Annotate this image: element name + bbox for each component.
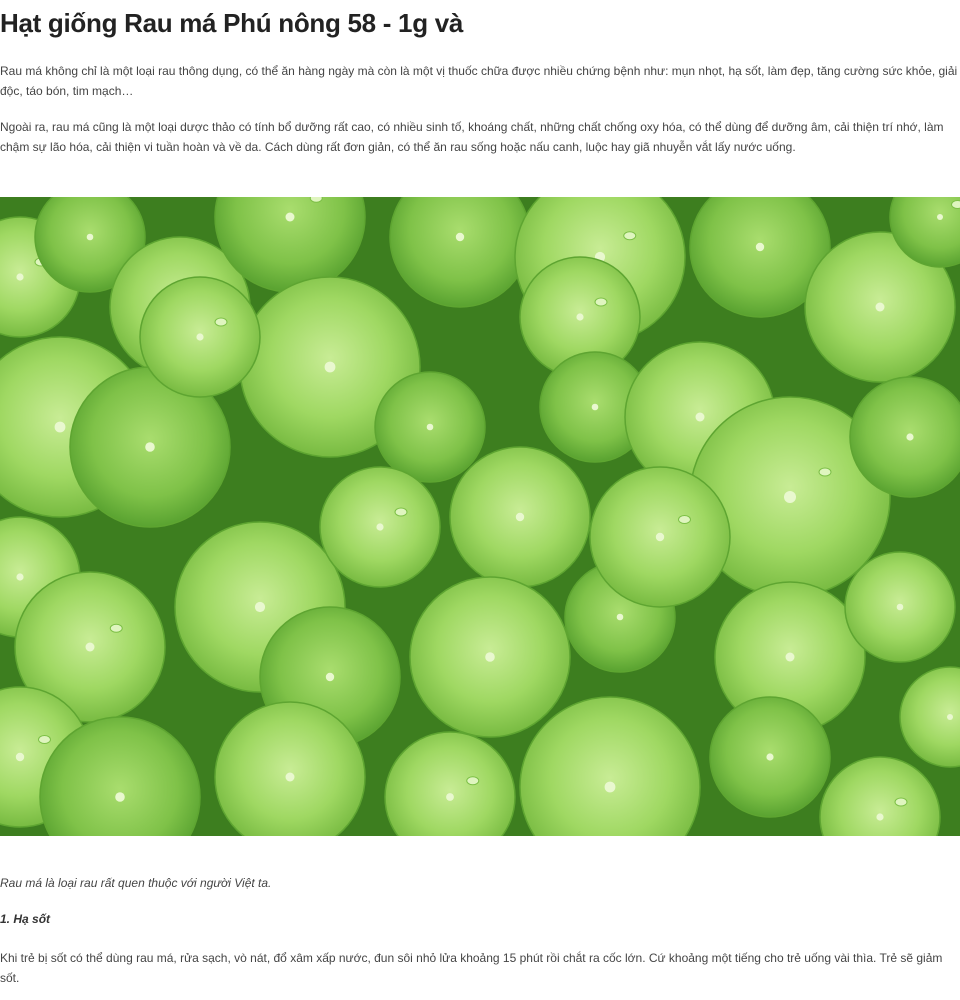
- leaf-center: [785, 652, 795, 662]
- water-droplet: [309, 197, 323, 203]
- water-droplet: [38, 735, 51, 744]
- leaf-center: [254, 601, 266, 613]
- water-droplet: [894, 797, 908, 807]
- leaf-center: [285, 772, 295, 782]
- water-droplet: [678, 515, 691, 524]
- leaf-center: [446, 793, 454, 801]
- leaf-center: [54, 421, 66, 433]
- leaf-center: [515, 512, 525, 522]
- intro-paragraph: Rau má không chỉ là một loại rau thông d…: [0, 64, 958, 98]
- leaf-center: [15, 752, 25, 762]
- section-heading: 1. Hạ sốt: [0, 912, 51, 926]
- leaf-center: [376, 523, 384, 531]
- water-droplet: [394, 507, 408, 517]
- water-droplet: [623, 231, 637, 241]
- second-paragraph: Ngoài ra, rau má cũng là một loại dược t…: [0, 120, 944, 154]
- leaf-center: [755, 242, 765, 252]
- article-page: Hạt giống Rau má Phú nông 58 - 1g và Rau…: [0, 0, 960, 1000]
- leaf-shape: [849, 376, 960, 498]
- water-droplet: [466, 776, 480, 786]
- pennywort-leaves-photo: [0, 197, 960, 836]
- leaf-center: [115, 792, 125, 802]
- leaf-center: [604, 781, 616, 793]
- leaf-center: [784, 491, 796, 503]
- leaf-center: [591, 403, 599, 411]
- leaf-center: [145, 442, 155, 452]
- leaf-center: [576, 313, 584, 321]
- leaf-center: [85, 642, 95, 652]
- leaf-center: [86, 233, 94, 241]
- water-droplet: [818, 467, 832, 477]
- leaf-center: [695, 412, 705, 422]
- leaf-center: [876, 813, 884, 821]
- leaf-center: [937, 214, 943, 220]
- leaf-center: [16, 273, 24, 281]
- article-title: Hạt giống Rau má Phú nông 58 - 1g và: [0, 8, 464, 38]
- section-paragraph: Khi trẻ bị sốt có thể dùng rau má, rửa s…: [0, 951, 943, 985]
- leaf-center: [196, 333, 204, 341]
- leaf-center: [896, 603, 904, 611]
- leaf-center: [485, 652, 495, 662]
- leaf-center: [766, 753, 774, 761]
- leaf-center: [285, 212, 295, 222]
- leaf-center: [906, 433, 914, 441]
- water-droplet: [214, 317, 228, 327]
- leaf-center: [655, 532, 665, 542]
- leaf-center: [426, 423, 434, 431]
- leaf-center: [455, 232, 465, 242]
- water-droplet: [109, 623, 123, 633]
- water-droplet: [951, 200, 960, 209]
- leaf-center: [16, 573, 24, 581]
- image-caption: Rau má là loại rau rất quen thuộc với ng…: [0, 876, 272, 890]
- leaf-center: [947, 714, 953, 720]
- water-droplet: [594, 297, 608, 307]
- leaf-center: [324, 361, 336, 373]
- leaf-center: [875, 302, 885, 312]
- leaf-center: [325, 672, 335, 682]
- leaf-center: [616, 613, 624, 621]
